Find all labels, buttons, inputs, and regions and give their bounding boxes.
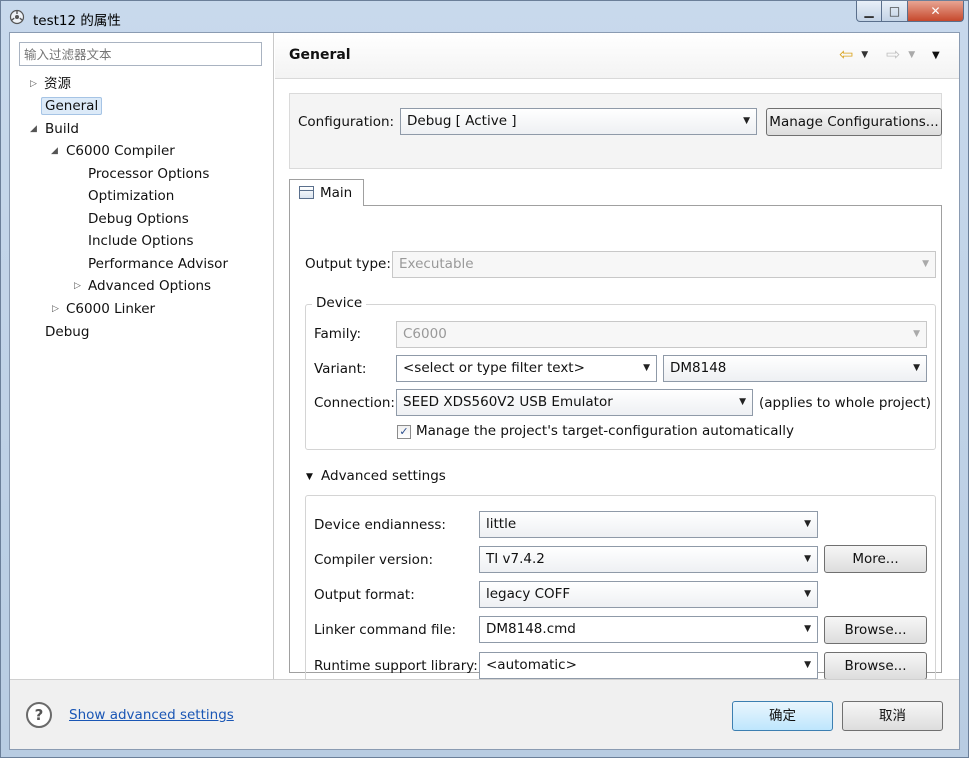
collapse-arrow-icon[interactable]: ◢ (51, 141, 58, 161)
tree-item-c6000-compiler[interactable]: ◢ C6000 Compiler (51, 141, 175, 161)
back-arrow-icon[interactable]: ⇦ (839, 45, 853, 65)
runtime-library-input[interactable]: <automatic> ▼ (479, 652, 818, 679)
output-type-label: Output type: (305, 256, 391, 272)
page-title: General (289, 47, 351, 63)
endianness-select[interactable]: little ▼ (479, 511, 818, 538)
page-header: General ⇦ ▼ ⇨ ▼ ▼ (275, 33, 959, 79)
variant-label: Variant: (314, 361, 367, 377)
browse-linker-button[interactable]: Browse... (824, 616, 927, 644)
navigation-pane: ▷ 资源 General ◢ Build ◢ C6000 Compiler Pr… (10, 33, 274, 679)
filter-input[interactable] (19, 42, 262, 66)
output-format-label: Output format: (314, 587, 415, 603)
tree-item-debug-options[interactable]: Debug Options (88, 209, 189, 229)
dropdown-arrow-icon: ▼ (922, 259, 929, 269)
tree-item-advanced-options[interactable]: ▷ Advanced Options (74, 276, 211, 296)
tree-item-processor-options[interactable]: Processor Options (88, 164, 209, 184)
family-label: Family: (314, 326, 362, 342)
back-history-dropdown-icon[interactable]: ▼ (861, 50, 868, 60)
output-type-select: Executable ▼ (392, 251, 936, 278)
collapse-arrow-icon[interactable]: ◢ (30, 119, 37, 139)
dropdown-arrow-icon: ▼ (804, 660, 811, 670)
view-menu-icon[interactable]: ▼ (932, 50, 940, 61)
configuration-select[interactable]: Debug [ Active ] ▼ (400, 108, 757, 135)
device-group-title: Device (312, 295, 367, 311)
tree-item-general[interactable]: General (41, 96, 103, 116)
endianness-label: Device endianness: (314, 517, 446, 533)
ok-button[interactable]: 确定 (732, 701, 833, 731)
compiler-version-select[interactable]: TI v7.4.2 ▼ (479, 546, 818, 573)
dropdown-arrow-icon: ▼ (743, 116, 750, 126)
expand-arrow-icon[interactable]: ▷ (52, 299, 59, 319)
tree-item-performance-advisor[interactable]: Performance Advisor (88, 254, 228, 274)
expand-arrow-icon[interactable]: ▷ (30, 74, 37, 94)
forward-arrow-icon[interactable]: ⇨ (886, 45, 900, 65)
expand-arrow-icon[interactable]: ▷ (74, 276, 81, 296)
advanced-settings-group: Device endianness: little ▼ Compiler ver… (305, 495, 936, 689)
advanced-settings-title[interactable]: Advanced settings (321, 468, 446, 484)
dropdown-arrow-icon: ▼ (804, 519, 811, 529)
browse-runtime-button[interactable]: Browse... (824, 652, 927, 680)
manage-target-label[interactable]: Manage the project's target-configuratio… (416, 423, 794, 439)
close-button[interactable]: ✕ (908, 1, 964, 22)
output-format-select[interactable]: legacy COFF ▼ (479, 581, 818, 608)
tree-item-debug[interactable]: Debug (45, 322, 89, 342)
connection-label: Connection: (314, 395, 395, 411)
cancel-button[interactable]: 取消 (842, 701, 943, 731)
back-nav[interactable]: ⇦ ▼ (839, 45, 868, 65)
configuration-box: Configuration: Debug [ Active ] ▼ Manage… (289, 93, 942, 169)
family-select: C6000 ▼ (396, 321, 927, 348)
window-title: test12 的属性 (33, 13, 121, 29)
dropdown-arrow-icon: ▼ (804, 554, 811, 564)
dropdown-arrow-icon: ▼ (913, 363, 920, 373)
dropdown-arrow-icon: ▼ (913, 329, 920, 339)
title-bar[interactable]: test12 的属性 ▁ □ ✕ (1, 1, 968, 35)
dialog-client: ▷ 资源 General ◢ Build ◢ C6000 Compiler Pr… (9, 32, 960, 750)
tree-item-build[interactable]: ◢ Build (30, 119, 79, 139)
tree-item-optimization[interactable]: Optimization (88, 186, 174, 206)
connection-select[interactable]: SEED XDS560V2 USB Emulator ▼ (396, 389, 753, 416)
dialog-footer: ? Show advanced settings 确定 取消 (10, 679, 959, 749)
maximize-icon: □ (888, 4, 901, 18)
dropdown-arrow-icon: ▼ (643, 363, 650, 373)
content-pane: General ⇦ ▼ ⇨ ▼ ▼ Configuration: Debug [… (275, 33, 959, 689)
main-tab-panel: Output type: Executable ▼ Device Family:… (289, 205, 942, 689)
dropdown-arrow-icon: ▼ (739, 397, 746, 407)
tab-main[interactable]: Main (289, 179, 364, 206)
forward-nav[interactable]: ⇨ ▼ (886, 45, 915, 65)
tree-item-c6000-linker[interactable]: ▷ C6000 Linker (52, 299, 155, 319)
variant-filter-select[interactable]: <select or type filter text> ▼ (396, 355, 657, 382)
show-advanced-settings-link[interactable]: Show advanced settings (69, 707, 234, 723)
app-icon (9, 9, 25, 25)
properties-window: test12 的属性 ▁ □ ✕ ▷ 资源 General ◢ Build ◢ … (0, 0, 969, 758)
compiler-version-label: Compiler version: (314, 552, 434, 568)
close-icon: ✕ (930, 4, 941, 18)
advanced-collapse-icon[interactable]: ▼ (306, 472, 313, 482)
linker-command-file-label: Linker command file: (314, 622, 457, 638)
manage-configurations-button[interactable]: Manage Configurations... (766, 108, 942, 136)
connection-note: (applies to whole project) (759, 395, 931, 411)
minimize-icon: ▁ (864, 4, 874, 18)
table-icon (299, 186, 314, 199)
tree-item-resources[interactable]: ▷ 资源 (30, 74, 71, 94)
linker-command-file-input[interactable]: DM8148.cmd ▼ (479, 616, 818, 643)
more-button[interactable]: More... (824, 545, 927, 573)
help-icon[interactable]: ? (26, 702, 52, 728)
dropdown-arrow-icon: ▼ (804, 589, 811, 599)
dropdown-arrow-icon: ▼ (804, 624, 811, 634)
device-group: Device Family: C6000 ▼ Variant: <select … (305, 295, 936, 450)
configuration-label: Configuration: (298, 114, 395, 130)
minimize-button[interactable]: ▁ (856, 1, 882, 22)
maximize-button[interactable]: □ (882, 1, 908, 22)
manage-target-checkbox[interactable]: ✓ (397, 425, 411, 439)
runtime-library-label: Runtime support library: (314, 658, 478, 674)
tree-item-include-options[interactable]: Include Options (88, 231, 194, 251)
variant-select[interactable]: DM8148 ▼ (663, 355, 927, 382)
forward-history-dropdown-icon[interactable]: ▼ (908, 50, 915, 60)
